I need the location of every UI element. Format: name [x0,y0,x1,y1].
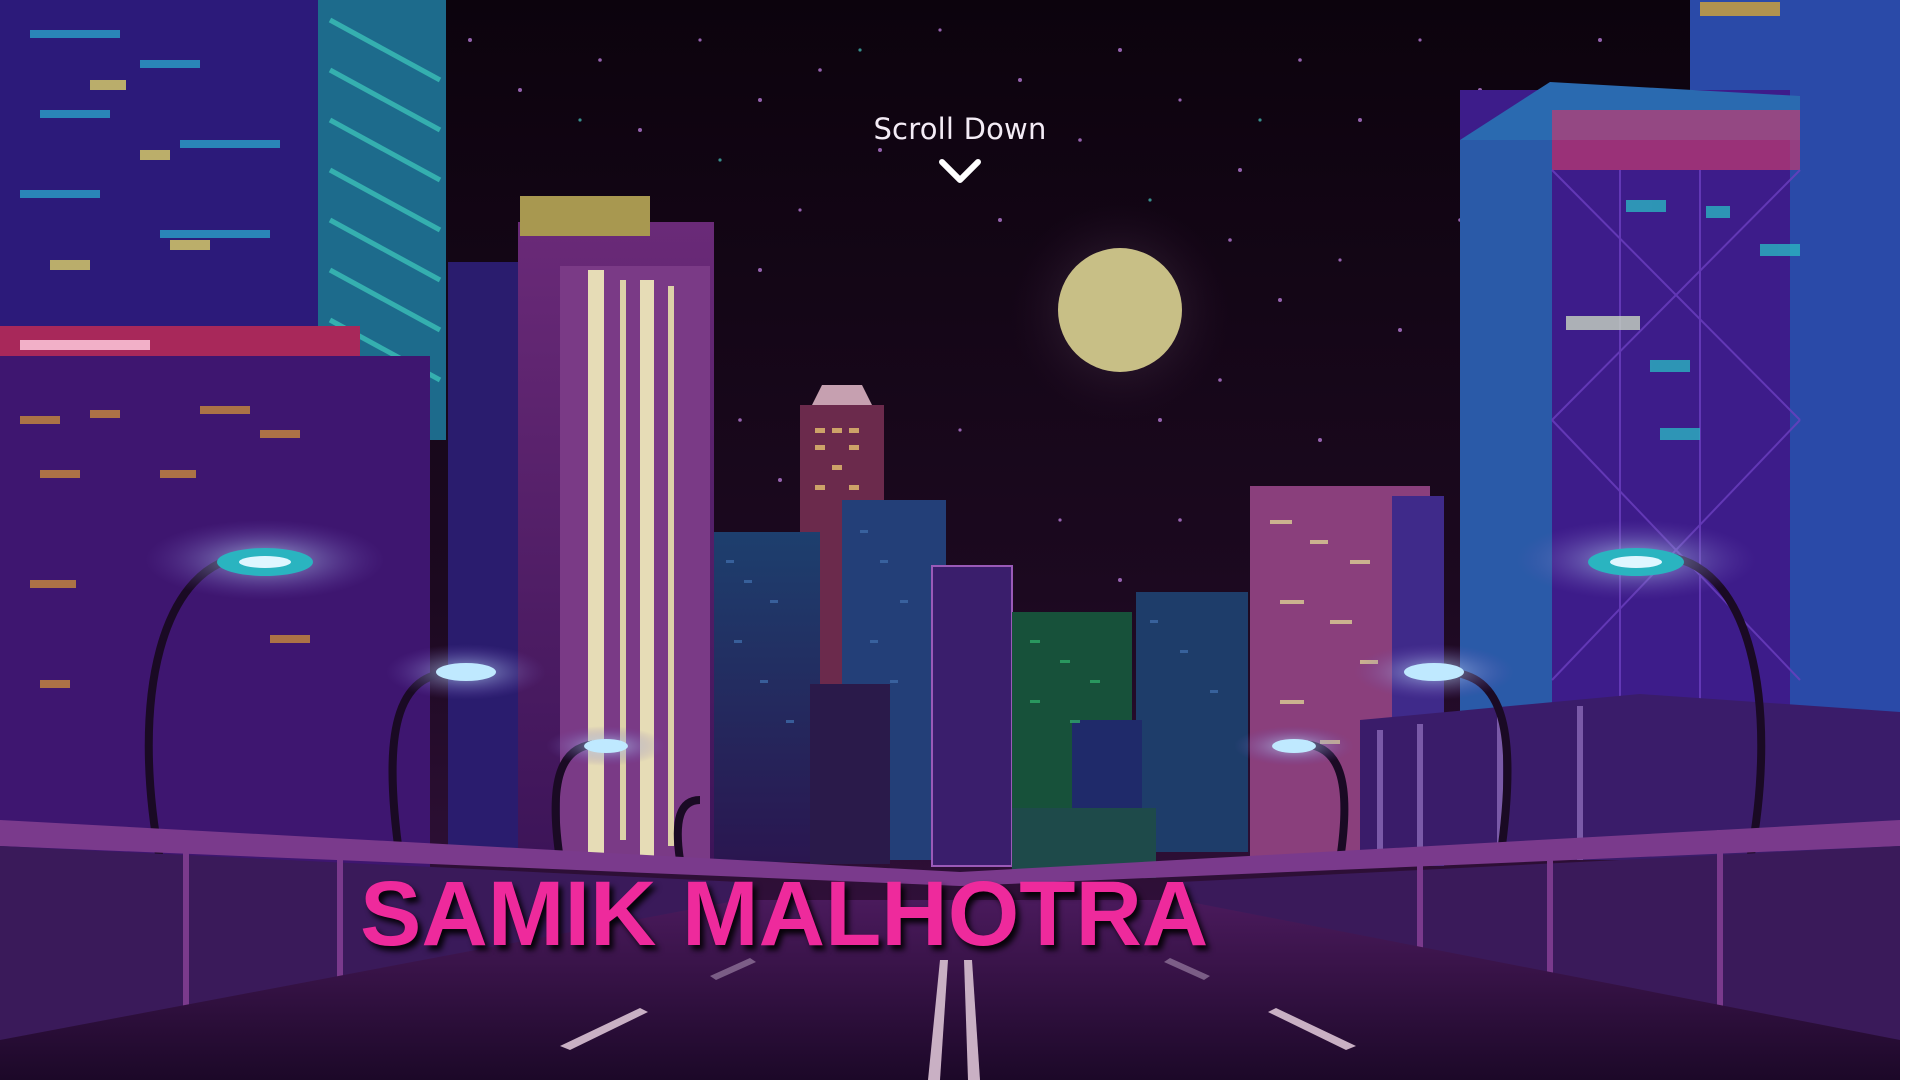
chevron-down-icon [939,159,981,183]
hero-section: Scroll Down SAMIK MALHOTRA [0,0,1920,1080]
scroll-down-label: Scroll Down [873,112,1047,146]
hero-name-title: SAMIK MALHOTRA [360,863,1209,965]
page-edge-strip [1900,0,1920,1080]
scroll-down-button[interactable]: Scroll Down [0,112,1920,186]
